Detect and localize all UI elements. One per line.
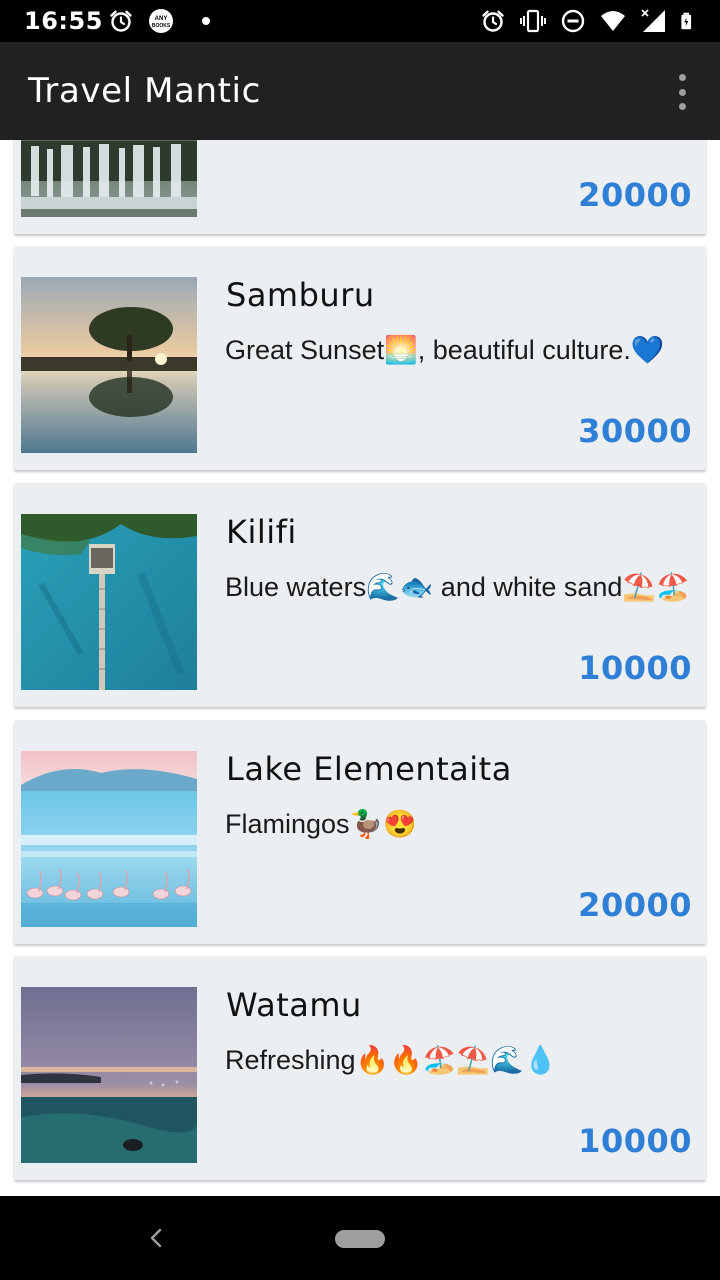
svg-text:BOOKS: BOOKS xyxy=(152,23,171,29)
notification-dot-icon xyxy=(202,17,210,25)
destination-name: Kilifi xyxy=(226,513,297,551)
status-bar: 16:55 ANY BOOKS xyxy=(0,0,720,42)
vibrate-icon xyxy=(520,9,546,33)
destination-price: 30000 xyxy=(578,412,692,450)
pier-aerial-image xyxy=(21,514,197,690)
sunset-sea-image xyxy=(21,987,197,1163)
app-bar: Travel Mantic xyxy=(0,42,720,140)
destination-card[interactable]: Kilifi Blue waters🌊🐟 and white sand⛱️🏖️ … xyxy=(14,483,706,707)
tree-reflection-image xyxy=(21,277,197,453)
navigation-bar xyxy=(0,1196,720,1280)
destination-description: Refreshing🔥🔥🏖️⛱️🌊💧 xyxy=(225,1045,558,1075)
flamingos-lake-image xyxy=(21,751,197,927)
destination-price: 20000 xyxy=(578,886,692,924)
app-title: Travel Mantic xyxy=(28,71,261,111)
destination-card[interactable]: Watamu Refreshing🔥🔥🏖️⛱️🌊💧 10000 xyxy=(14,956,706,1180)
destination-price: 10000 xyxy=(578,649,692,687)
destination-price: 10000 xyxy=(578,1122,692,1160)
destination-description: Blue waters🌊🐟 and white sand⛱️🏖️ xyxy=(225,572,690,602)
destination-list[interactable]: 20000 Samburu Great Sunset🌅, beautiful c… xyxy=(0,140,720,1196)
do-not-disturb-icon xyxy=(561,9,585,33)
signal-icon xyxy=(641,9,665,32)
alarm-icon xyxy=(110,10,132,32)
svg-text:ANY: ANY xyxy=(155,16,168,22)
destination-card[interactable]: Lake Elementaita Flamingos🦆😍 20000 xyxy=(14,720,706,944)
destination-name: Watamu xyxy=(226,986,362,1024)
waterfall-image xyxy=(21,140,197,217)
destination-name: Samburu xyxy=(226,276,375,314)
destination-description: Flamingos🦆😍 xyxy=(225,809,417,839)
alarm-icon xyxy=(482,10,504,32)
more-vert-icon[interactable] xyxy=(668,74,696,110)
status-time: 16:55 xyxy=(24,7,103,35)
destination-card[interactable]: Samburu Great Sunset🌅, beautiful culture… xyxy=(14,246,706,470)
destination-card[interactable]: 20000 xyxy=(14,140,706,234)
status-right-icons xyxy=(480,8,698,34)
destination-price: 20000 xyxy=(578,176,692,214)
home-pill-icon[interactable] xyxy=(335,1230,385,1248)
battery-icon xyxy=(681,12,692,30)
destination-name: Lake Elementaita xyxy=(226,750,512,788)
back-icon[interactable] xyxy=(144,1222,168,1254)
status-left-icons: ANY BOOKS xyxy=(108,8,210,34)
wifi-icon xyxy=(601,11,625,31)
destination-description: Great Sunset🌅, beautiful culture.💙 xyxy=(225,335,665,365)
any-books-app-icon: ANY BOOKS xyxy=(149,9,173,33)
